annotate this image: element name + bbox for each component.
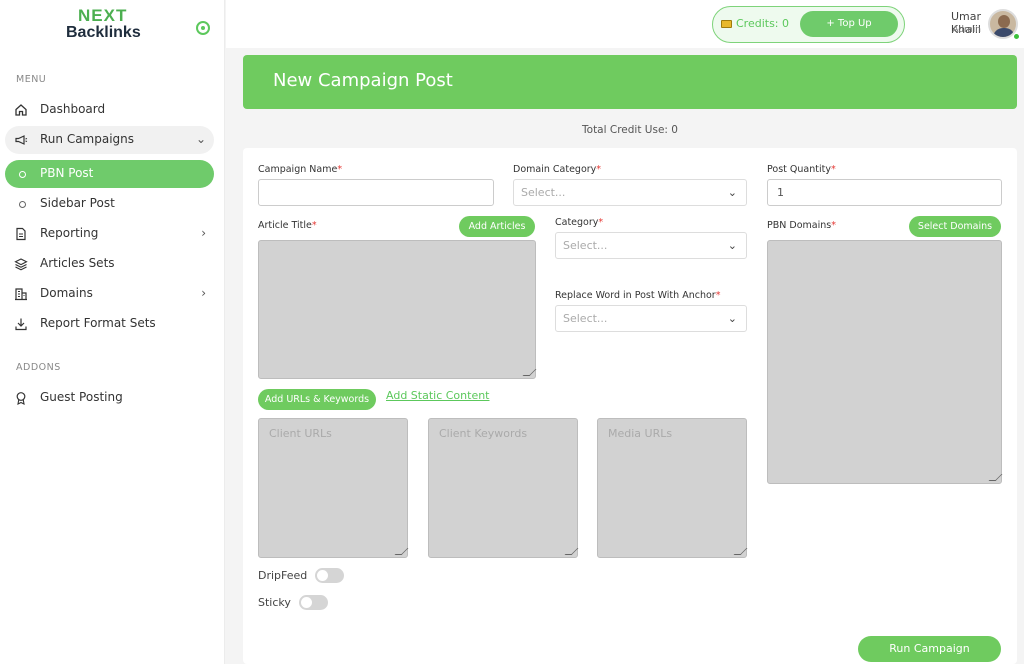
- credits-text: Credits: 0: [736, 17, 790, 30]
- resize-handle-icon[interactable]: [522, 369, 537, 376]
- sidebar-item-label: Sidebar Post: [40, 196, 115, 210]
- campaign-name-label: Campaign Name*: [258, 164, 343, 175]
- replace-word-select[interactable]: Select... ⌄: [555, 305, 747, 332]
- sidebar-item-guest-posting[interactable]: Guest Posting: [5, 384, 214, 412]
- sidebar-item-pbn-post[interactable]: PBN Post: [5, 160, 214, 188]
- sidebar-item-label: Domains: [40, 286, 93, 300]
- resize-handle-icon[interactable]: [988, 474, 1003, 481]
- page-title: New Campaign Post: [273, 70, 453, 91]
- sidebar-item-label: Dashboard: [40, 102, 106, 116]
- credits-widget: Credits: 0 + Top Up: [712, 6, 905, 43]
- pbn-domains-label: PBN Domains*: [767, 220, 836, 231]
- sidebar-item-label: Articles Sets: [40, 256, 115, 270]
- menu-section-label: MENU: [16, 74, 47, 85]
- sidebar-item-label: PBN Post: [40, 166, 94, 180]
- post-quantity-input[interactable]: 1: [767, 179, 1002, 206]
- top-header: Credits: 0 + Top Up Umar Khalil Admin: [226, 0, 1024, 48]
- credit-card-icon: [721, 20, 732, 28]
- dripfeed-label: DripFeed: [258, 569, 308, 582]
- resize-handle-icon[interactable]: [733, 548, 748, 555]
- brand-line1: NEXT: [78, 6, 128, 25]
- document-icon: [16, 227, 26, 241]
- circle-icon: [19, 201, 26, 208]
- domain-category-label: Domain Category*: [513, 164, 602, 175]
- brand-logo[interactable]: NEXT Backlinks: [60, 6, 150, 46]
- sticky-label: Sticky: [258, 596, 291, 609]
- category-label: Category*: [555, 217, 604, 228]
- dripfeed-toggle[interactable]: [315, 568, 344, 583]
- client-urls-textarea[interactable]: Client URLs: [258, 418, 409, 558]
- category-select[interactable]: Select... ⌄: [555, 232, 747, 259]
- chevron-down-icon: ⌄: [727, 312, 737, 325]
- sidebar-item-label: Guest Posting: [40, 390, 123, 404]
- resize-handle-icon[interactable]: [564, 548, 579, 555]
- megaphone-icon: [15, 135, 28, 145]
- user-role: Admin: [952, 25, 981, 35]
- run-campaign-button[interactable]: Run Campaign: [858, 636, 1001, 662]
- sidebar: NEXT Backlinks MENU Dashboard Run Campai…: [0, 0, 225, 664]
- chevron-down-icon: ⌄: [195, 132, 206, 146]
- sidebar-item-domains[interactable]: Domains ›: [5, 280, 214, 308]
- article-title-label: Article Title*: [258, 220, 317, 231]
- home-icon: [15, 104, 27, 116]
- top-up-button[interactable]: + Top Up: [800, 11, 898, 37]
- download-icon: [15, 318, 27, 331]
- sidebar-item-reporting[interactable]: Reporting ›: [5, 220, 214, 248]
- sidebar-item-sidebar-post[interactable]: Sidebar Post: [5, 190, 214, 218]
- chevron-down-icon: ⌄: [727, 239, 737, 252]
- add-articles-button[interactable]: Add Articles: [459, 216, 535, 237]
- media-urls-textarea[interactable]: Media URLs: [597, 418, 748, 558]
- layers-icon: [14, 258, 28, 271]
- client-keywords-textarea[interactable]: Client Keywords: [428, 418, 579, 558]
- addons-section-label: ADDONS: [16, 362, 61, 373]
- sidebar-item-label: Run Campaigns: [40, 132, 135, 146]
- domain-category-select[interactable]: Select... ⌄: [513, 179, 747, 206]
- page-banner: New Campaign Post: [243, 55, 1017, 109]
- award-icon: [16, 392, 26, 405]
- sidebar-item-label: Reporting: [40, 226, 99, 240]
- sidebar-item-dashboard[interactable]: Dashboard: [5, 96, 214, 124]
- online-status-icon: [1013, 33, 1020, 40]
- sidebar-item-report-format-sets[interactable]: Report Format Sets: [5, 310, 214, 338]
- post-quantity-label: Post Quantity*: [767, 164, 836, 175]
- campaign-name-input[interactable]: [258, 179, 494, 206]
- sidebar-item-articles-sets[interactable]: Articles Sets: [5, 250, 214, 278]
- pbn-domains-textarea[interactable]: [767, 240, 1003, 484]
- chevron-down-icon: ⌄: [727, 186, 737, 199]
- article-title-textarea[interactable]: [258, 240, 537, 379]
- chevron-right-icon: ›: [201, 286, 206, 300]
- add-urls-keywords-button[interactable]: Add URLs & Keywords: [258, 389, 376, 410]
- add-static-content-link[interactable]: Add Static Content: [386, 389, 490, 402]
- sidebar-item-label: Report Format Sets: [40, 316, 156, 330]
- sticky-toggle[interactable]: [299, 595, 328, 610]
- select-domains-button[interactable]: Select Domains: [909, 216, 1001, 237]
- circle-icon: [19, 171, 26, 178]
- brand-line2: Backlinks: [66, 24, 141, 41]
- sidebar-toggle-icon[interactable]: [196, 21, 210, 35]
- replace-word-label: Replace Word in Post With Anchor*: [555, 290, 721, 301]
- resize-handle-icon[interactable]: [394, 548, 409, 555]
- sidebar-item-run-campaigns[interactable]: Run Campaigns ⌄: [5, 126, 214, 154]
- chevron-right-icon: ›: [201, 226, 206, 240]
- total-credit-use: Total Credit Use: 0: [582, 124, 678, 136]
- building-icon: [15, 288, 27, 301]
